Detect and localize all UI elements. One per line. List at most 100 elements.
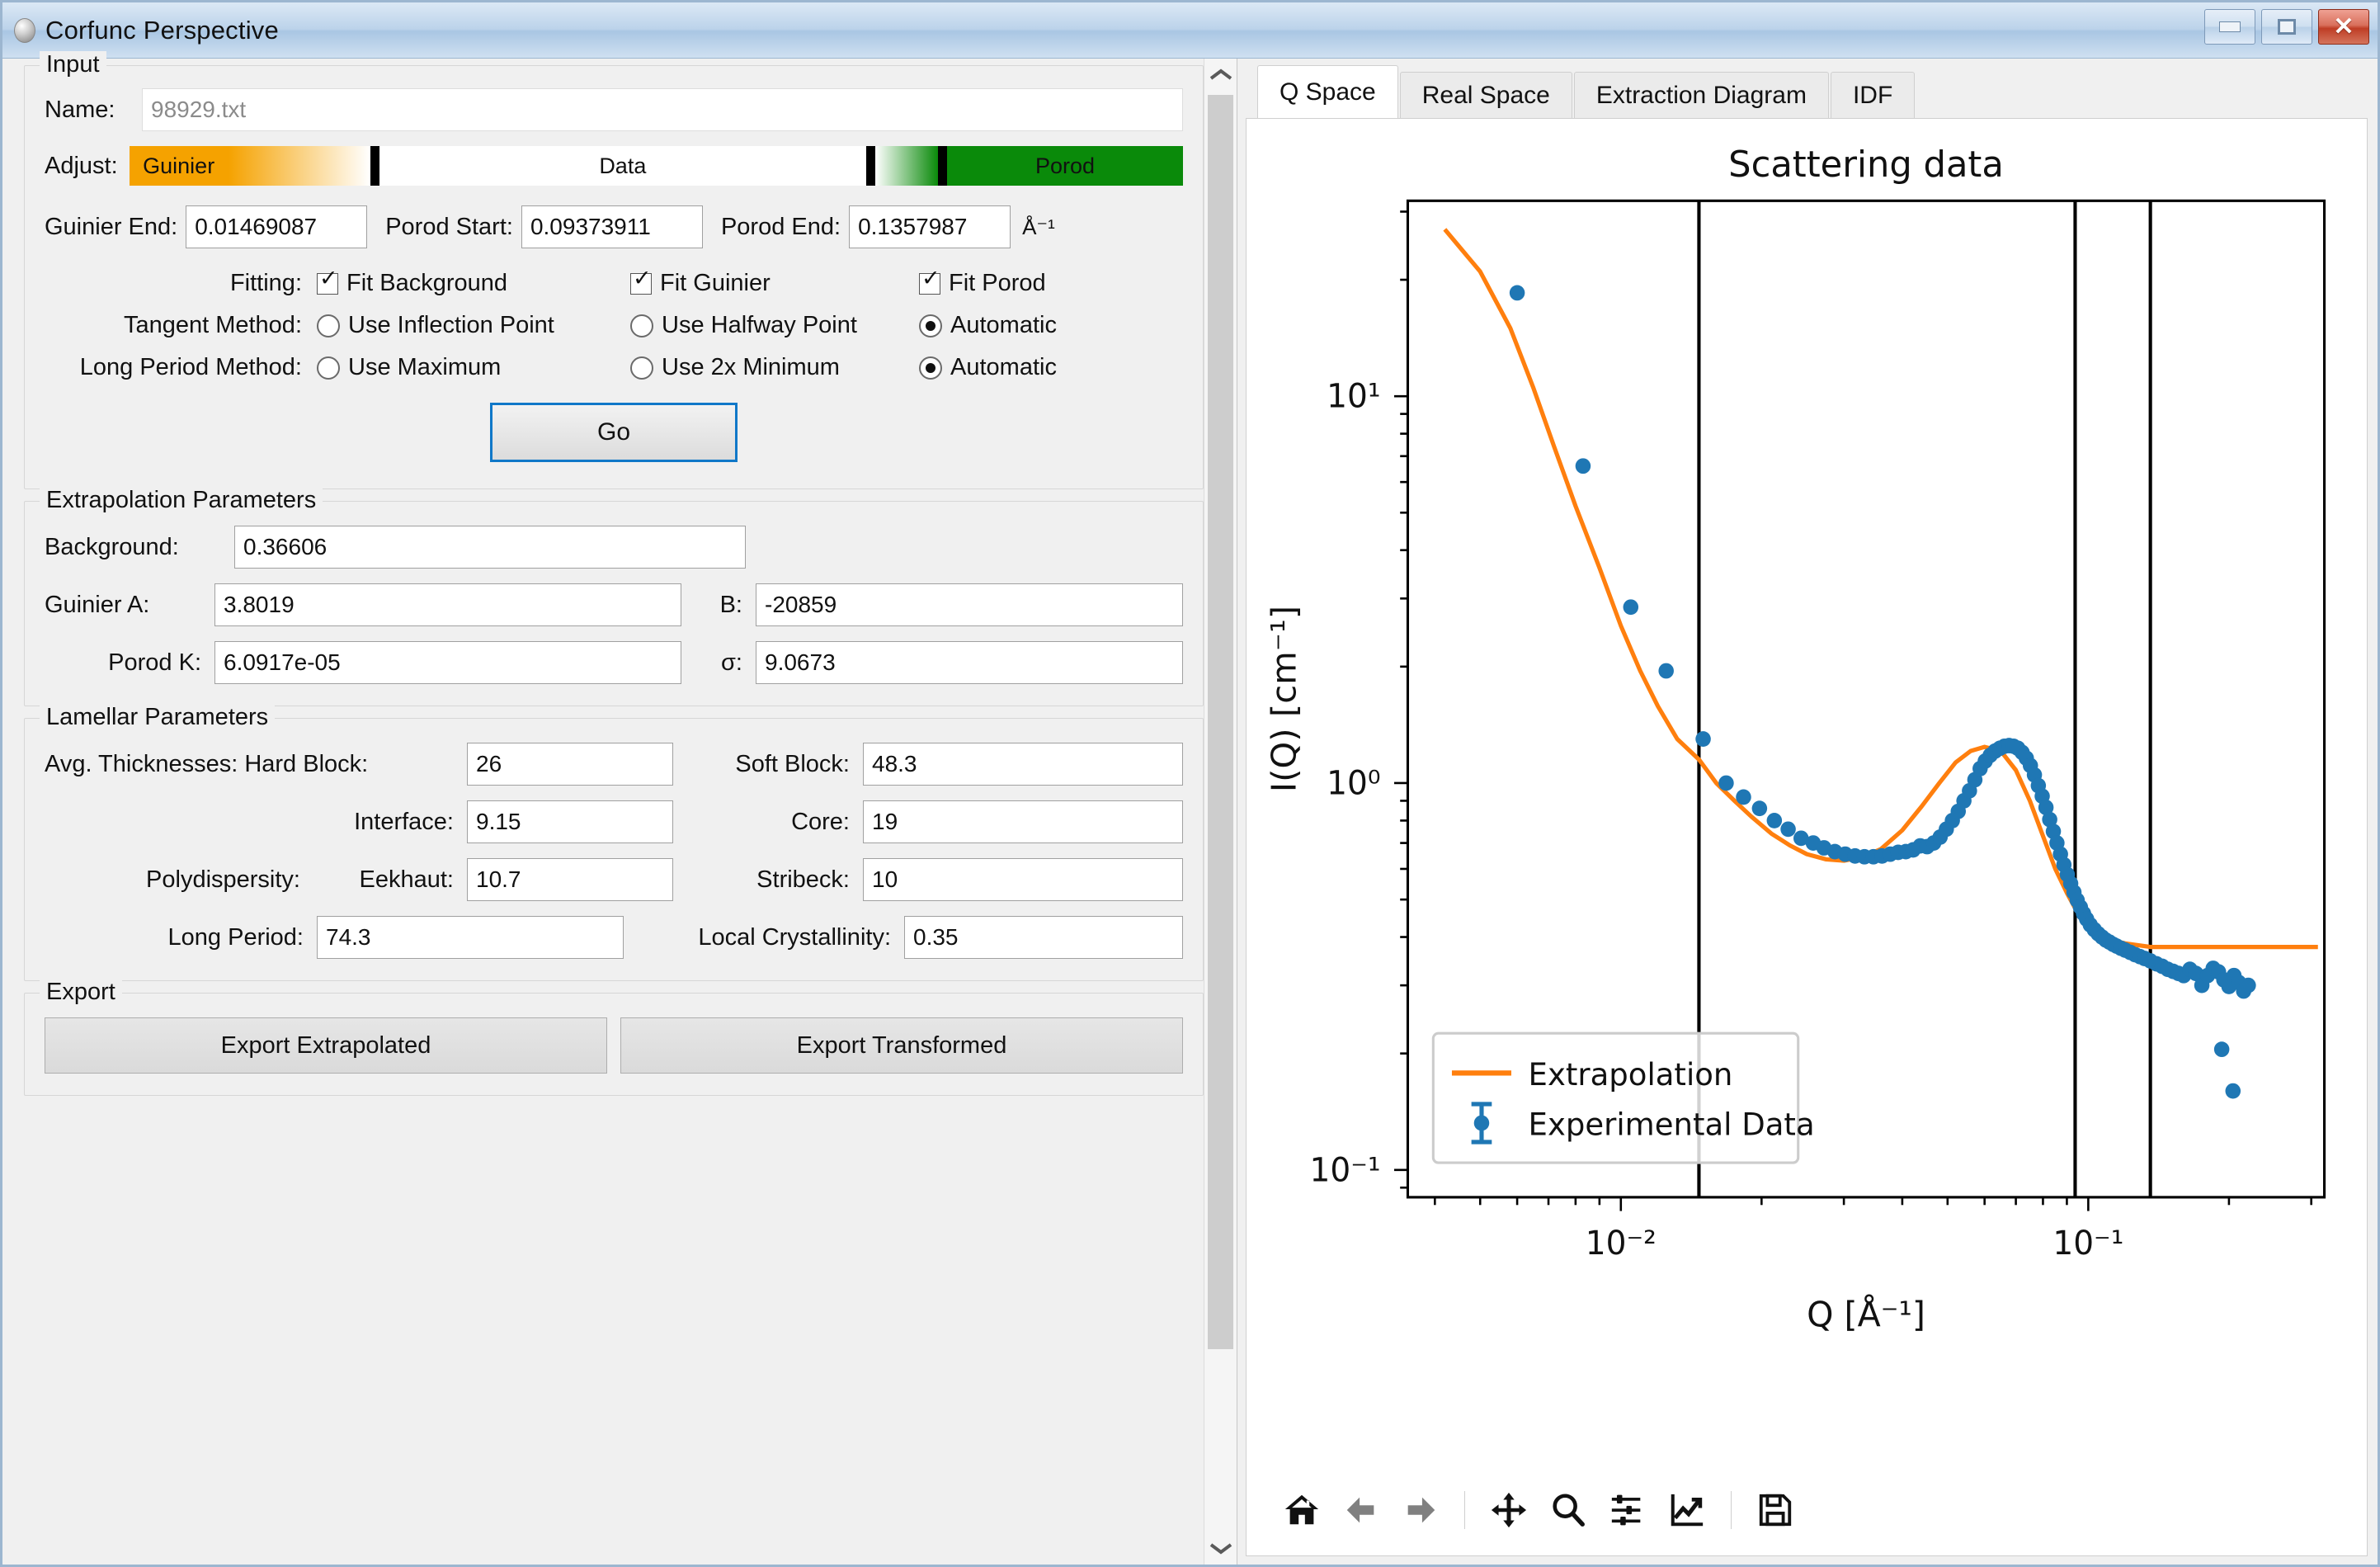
minimize-button[interactable] bbox=[2204, 9, 2255, 45]
maximize-button[interactable] bbox=[2261, 9, 2312, 45]
porod-start-input[interactable]: 0.09373911 bbox=[521, 205, 703, 248]
guinier-gradient bbox=[229, 146, 370, 186]
save-icon[interactable] bbox=[1748, 1483, 1803, 1537]
go-button[interactable]: Go bbox=[490, 403, 738, 462]
configure-subplots-icon[interactable] bbox=[1600, 1483, 1655, 1537]
porod-start-handle[interactable] bbox=[866, 146, 875, 186]
left-panel-content: Input Name: 98929.txt Adjust: Guinier Da… bbox=[2, 59, 1204, 1565]
tangent-halfway-label: Use Halfway Point bbox=[662, 312, 857, 339]
background-input[interactable]: 0.36606 bbox=[234, 526, 746, 569]
export-extrapolated-button[interactable]: Export Extrapolated bbox=[45, 1017, 607, 1074]
pan-icon[interactable] bbox=[1482, 1483, 1536, 1537]
window-title: Corfunc Perspective bbox=[45, 16, 279, 45]
guinier-end-handle[interactable] bbox=[370, 146, 379, 186]
hard-block-input[interactable]: 26 bbox=[467, 743, 673, 786]
longperiod-2xmin-radio[interactable]: Use 2x Minimum bbox=[630, 354, 919, 381]
svg-text:I(Q) [cm⁻¹]: I(Q) [cm⁻¹] bbox=[1264, 606, 1304, 792]
tangent-method-label: Tangent Method: bbox=[45, 312, 317, 339]
core-label: Core: bbox=[673, 809, 863, 836]
scroll-up-icon[interactable] bbox=[1204, 59, 1237, 92]
toolbar-separator bbox=[1464, 1491, 1465, 1529]
tangent-automatic-radio[interactable]: Automatic bbox=[919, 312, 1057, 339]
svg-text:10⁻¹: 10⁻¹ bbox=[2052, 1225, 2123, 1263]
scrollbar-thumb[interactable] bbox=[1208, 95, 1233, 1349]
stribeck-input[interactable]: 10 bbox=[863, 858, 1183, 901]
home-icon[interactable] bbox=[1275, 1483, 1329, 1537]
adjust-label: Adjust: bbox=[45, 153, 118, 180]
tangent-inflection-radio[interactable]: Use Inflection Point bbox=[317, 312, 630, 339]
fit-background-checkbox[interactable]: Fit Background bbox=[317, 270, 630, 297]
porod-end-input[interactable]: 0.1357987 bbox=[849, 205, 1011, 248]
polydispersity-label: Polydispersity: bbox=[45, 866, 300, 894]
guinier-end-input[interactable]: 0.01469087 bbox=[186, 205, 367, 248]
fit-guinier-checkbox[interactable]: Fit Guinier bbox=[630, 270, 919, 297]
radio-icon bbox=[630, 314, 653, 337]
left-panel-scrollbar[interactable] bbox=[1204, 59, 1237, 1565]
tab-panel-q-space: Scattering data10⁻²10⁻¹10¹10⁰10⁻¹Q [Å⁻¹]… bbox=[1246, 118, 2368, 1556]
scattering-plot[interactable]: Scattering data10⁻²10⁻¹10¹10⁰10⁻¹Q [Å⁻¹]… bbox=[1247, 119, 2367, 1465]
sigma-label: σ: bbox=[681, 649, 756, 677]
fit-porod-checkbox[interactable]: Fit Porod bbox=[919, 270, 1046, 297]
background-label: Background: bbox=[45, 534, 234, 561]
porod-segment-label: Porod bbox=[947, 146, 1183, 186]
scrollbar-track[interactable] bbox=[1204, 92, 1237, 1532]
checkbox-icon bbox=[630, 273, 652, 295]
interface-input[interactable]: 9.15 bbox=[467, 800, 673, 843]
sigma-input[interactable]: 9.0673 bbox=[756, 641, 1183, 684]
svg-text:10⁰: 10⁰ bbox=[1327, 764, 1380, 802]
edit-axis-icon[interactable] bbox=[1660, 1483, 1714, 1537]
b-label: B: bbox=[681, 592, 756, 619]
input-group-legend: Input bbox=[40, 51, 106, 78]
porod-end-handle[interactable] bbox=[938, 146, 947, 186]
adjust-row: Adjust: Guinier Data Porod bbox=[45, 146, 1183, 186]
eekhaut-label: Eekhaut: bbox=[300, 866, 467, 894]
soft-block-label: Soft Block: bbox=[673, 751, 863, 778]
name-label: Name: bbox=[45, 97, 142, 124]
svg-text:Q [Å⁻¹]: Q [Å⁻¹] bbox=[1807, 1294, 1925, 1334]
long-period-input[interactable]: 74.3 bbox=[317, 916, 624, 959]
longperiod-2xmin-label: Use 2x Minimum bbox=[662, 354, 840, 381]
guinier-a-input[interactable]: 3.8019 bbox=[214, 583, 681, 626]
tab-idf[interactable]: IDF bbox=[1831, 72, 1915, 118]
eekhaut-input[interactable]: 10.7 bbox=[467, 858, 673, 901]
porod-k-input[interactable]: 6.0917e-05 bbox=[214, 641, 681, 684]
scroll-down-icon[interactable] bbox=[1204, 1532, 1237, 1565]
tab-q-space[interactable]: Q Space bbox=[1257, 65, 1398, 118]
tangent-halfway-radio[interactable]: Use Halfway Point bbox=[630, 312, 919, 339]
fit-porod-label: Fit Porod bbox=[949, 270, 1046, 297]
forward-arrow-icon[interactable] bbox=[1393, 1483, 1448, 1537]
toolbar-separator bbox=[1731, 1491, 1732, 1529]
longperiod-automatic-radio[interactable]: Automatic bbox=[919, 354, 1057, 381]
name-input[interactable]: 98929.txt bbox=[142, 88, 1183, 131]
input-group: Input Name: 98929.txt Adjust: Guinier Da… bbox=[24, 65, 1204, 489]
zoom-icon[interactable] bbox=[1541, 1483, 1595, 1537]
long-period-label: Long Period: bbox=[45, 924, 317, 951]
back-arrow-icon[interactable] bbox=[1334, 1483, 1388, 1537]
checkbox-icon bbox=[919, 273, 940, 295]
b-input[interactable]: -20859 bbox=[756, 583, 1183, 626]
local-crystallinity-input[interactable]: 0.35 bbox=[904, 916, 1183, 959]
title-bar: Corfunc Perspective ✕ bbox=[2, 2, 2378, 59]
svg-text:Extrapolation: Extrapolation bbox=[1529, 1056, 1733, 1093]
window-controls: ✕ bbox=[2204, 9, 2369, 45]
export-group: Export Export Extrapolated Export Transf… bbox=[24, 993, 1204, 1096]
local-crystallinity-label: Local Crystallinity: bbox=[624, 924, 904, 951]
adjust-range-slider[interactable]: Guinier Data Porod bbox=[130, 146, 1183, 186]
export-transformed-button[interactable]: Export Transformed bbox=[620, 1017, 1183, 1074]
plot-svg: Scattering data10⁻²10⁻¹10¹10⁰10⁻¹Q [Å⁻¹]… bbox=[1247, 119, 2367, 1465]
avg-thicknesses-label: Avg. Thicknesses: Hard Block: bbox=[45, 751, 467, 778]
svg-text:10¹: 10¹ bbox=[1327, 377, 1380, 415]
tab-strip: Q Space Real Space Extraction Diagram ID… bbox=[1246, 65, 2368, 118]
maximize-icon bbox=[2278, 19, 2296, 35]
close-icon: ✕ bbox=[2333, 15, 2354, 40]
tab-real-space[interactable]: Real Space bbox=[1400, 72, 1572, 118]
checkbox-icon bbox=[317, 273, 338, 295]
matplotlib-toolbar bbox=[1247, 1465, 2367, 1555]
core-input[interactable]: 19 bbox=[863, 800, 1183, 843]
close-button[interactable]: ✕ bbox=[2318, 9, 2369, 45]
fit-guinier-label: Fit Guinier bbox=[660, 270, 771, 297]
soft-block-input[interactable]: 48.3 bbox=[863, 743, 1183, 786]
longperiod-automatic-label: Automatic bbox=[950, 354, 1057, 381]
longperiod-maximum-radio[interactable]: Use Maximum bbox=[317, 354, 630, 381]
tab-extraction-diagram[interactable]: Extraction Diagram bbox=[1574, 72, 1829, 118]
